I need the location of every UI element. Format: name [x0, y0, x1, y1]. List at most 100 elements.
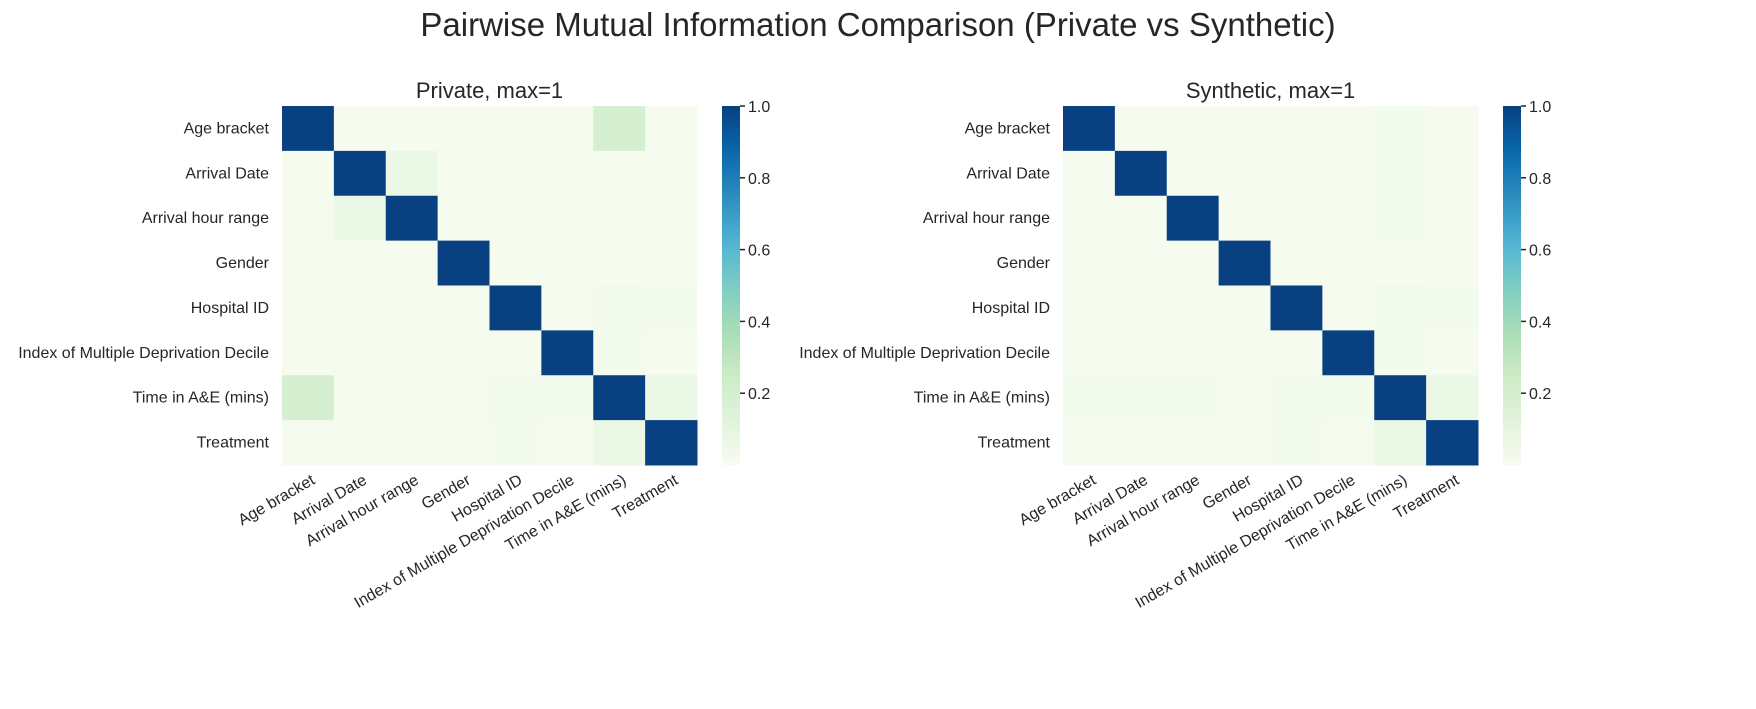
- colorbar-tick-label: 0.6: [1529, 243, 1551, 260]
- figure: Pairwise Mutual Information Comparison (…: [0, 0, 1756, 709]
- heatmap-cell: [385, 375, 439, 421]
- heatmap-cell: [282, 240, 335, 286]
- heatmap-cell: [1374, 240, 1427, 286]
- heatmap-cell: [282, 375, 335, 421]
- colorbar-tick-label: 0.6: [748, 243, 770, 260]
- y-tick-label: Hospital ID: [191, 300, 269, 317]
- colorbar-tick-label: 0.4: [1529, 314, 1551, 331]
- heatmap-cell: [1322, 106, 1375, 152]
- heatmap-cell: [593, 285, 646, 331]
- heatmap-cell: [437, 240, 490, 286]
- colorbar-tick-label: 0.2: [748, 386, 770, 403]
- heatmap-cell: [1114, 285, 1168, 331]
- heatmap-cell: [1322, 330, 1375, 376]
- heatmap-cell: [1374, 420, 1427, 466]
- heatmap-cell: [645, 240, 698, 286]
- heatmap-cell: [1114, 150, 1168, 197]
- heatmap-cell: [1218, 330, 1271, 376]
- heatmap-cell: [385, 106, 439, 152]
- heatmap-cell: [1426, 375, 1479, 421]
- heatmap-cell: [1063, 375, 1116, 421]
- heatmap-cell: [1218, 375, 1271, 421]
- heatmap-cell: [437, 285, 490, 331]
- heatmap-cell: [437, 375, 490, 421]
- heatmap-cell: [1322, 420, 1375, 466]
- panel-title: Private, max=1: [416, 78, 563, 103]
- heatmap-cell: [645, 285, 698, 331]
- heatmap-cell: [1374, 375, 1427, 421]
- heatmap-cell: [489, 240, 542, 286]
- y-tick-label: Age bracket: [184, 120, 270, 137]
- heatmap-cell: [541, 285, 594, 331]
- y-tick-label: Arrival Date: [185, 165, 269, 182]
- heatmap-cell: [1063, 285, 1116, 331]
- y-tick-label: Gender: [216, 255, 270, 272]
- heatmap-cell: [385, 240, 439, 286]
- colorbar: [1503, 106, 1521, 465]
- heatmap-cell: [1270, 330, 1323, 376]
- heatmap-cell: [1426, 106, 1479, 152]
- heatmap-cell: [333, 195, 387, 242]
- heatmap-cell: [1270, 195, 1323, 242]
- heatmap-cell: [1063, 106, 1116, 152]
- heatmap-cell: [1114, 330, 1168, 376]
- heatmap-cell: [1218, 106, 1271, 152]
- heatmap-cell: [1218, 285, 1271, 331]
- heatmap-cell: [1114, 240, 1168, 286]
- heatmap-cell: [1063, 330, 1116, 376]
- y-tick-label: Arrival Date: [966, 165, 1050, 182]
- heatmap-cell: [1426, 330, 1479, 376]
- heatmap-cell: [385, 285, 439, 331]
- heatmap-cell: [1374, 330, 1427, 376]
- heatmap-cell: [333, 420, 387, 466]
- heatmap-cell: [1270, 150, 1323, 197]
- heatmap-cell: [282, 195, 335, 242]
- heatmap-cell: [541, 375, 594, 421]
- heatmap-cell: [1322, 150, 1375, 197]
- heatmap-cell: [489, 330, 542, 376]
- heatmap-cell: [1166, 150, 1220, 197]
- colorbar-tick-label: 1.0: [1529, 99, 1551, 116]
- heatmap-cell: [489, 375, 542, 421]
- heatmap-cell: [1270, 375, 1323, 421]
- heatmap-cell: [1166, 330, 1220, 376]
- heatmap-cell: [282, 150, 335, 197]
- heatmap-cell: [1166, 420, 1220, 466]
- heatmap-cell: [1426, 195, 1479, 242]
- heatmap-cell: [1374, 150, 1427, 197]
- heatmap-cell: [437, 420, 490, 466]
- heatmap-cell: [645, 375, 698, 421]
- heatmap-cell: [1166, 240, 1220, 286]
- heatmap-cell: [489, 106, 542, 152]
- heatmap-cell: [1270, 106, 1323, 152]
- colorbar-tick-label: 0.4: [748, 314, 770, 331]
- colorbar-tick-label: 0.8: [1529, 171, 1551, 188]
- heatmap-cell: [1166, 285, 1220, 331]
- heatmap-cell: [593, 330, 646, 376]
- heatmap-cell: [1166, 106, 1220, 152]
- heatmap-cell: [1322, 375, 1375, 421]
- heatmap-cell: [541, 106, 594, 152]
- heatmap-cell: [645, 106, 698, 152]
- heatmap-cell: [489, 195, 542, 242]
- heatmap-cell: [593, 195, 646, 242]
- heatmap-cell: [437, 330, 490, 376]
- heatmap-cell: [1166, 195, 1220, 242]
- heatmap-cell: [1426, 420, 1479, 466]
- heatmap-canvas: Private, max=1 Age bracket Age bracket Arri…: [18, 78, 1551, 612]
- heatmap-cell: [1166, 375, 1220, 421]
- heatmap-cell: [645, 420, 698, 466]
- heatmap-cell: [1426, 285, 1479, 331]
- heatmap-cell: [385, 330, 439, 376]
- colorbar: [722, 106, 740, 465]
- heatmap-cell: [437, 106, 490, 152]
- y-tick-label: Index of Multiple Deprivation Decile: [18, 345, 269, 362]
- heatmap-cell: [385, 420, 439, 466]
- heatmap-cell: [489, 150, 542, 197]
- y-tick-label: Arrival hour range: [923, 210, 1050, 227]
- heatmap-cell: [593, 150, 646, 197]
- heatmap-cell: [541, 240, 594, 286]
- heatmap-cell: [593, 420, 646, 466]
- heatmap-cell: [385, 150, 439, 197]
- heatmap-cell: [541, 330, 594, 376]
